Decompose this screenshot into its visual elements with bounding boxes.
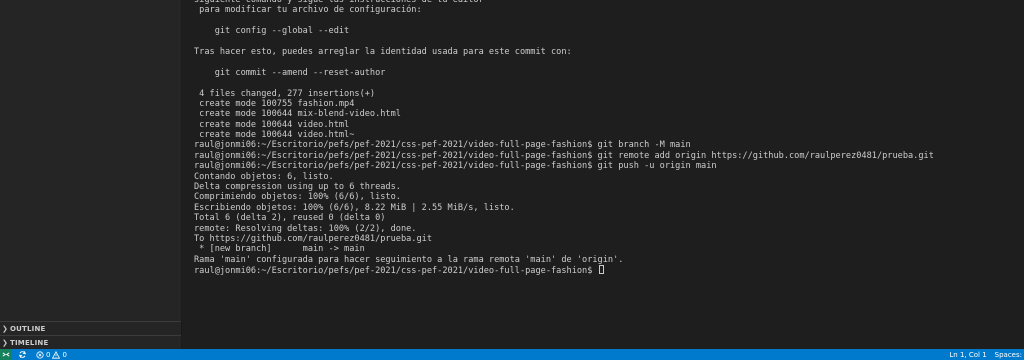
timeline-section-header[interactable]: ❯ TIMELINE bbox=[0, 335, 181, 349]
warning-icon bbox=[52, 350, 61, 359]
cursor-position[interactable]: Ln 1, Col 1 bbox=[944, 349, 991, 360]
terminal-panel[interactable]: siguiente comando y sigue las instruccio… bbox=[182, 0, 1024, 349]
terminal-line: raul@jonmi06:~/Escritorio/pefs/pef-2021/… bbox=[194, 161, 717, 172]
terminal-prompt: raul@jonmi06:~/Escritorio/pefs/pef-2021/… bbox=[194, 266, 598, 277]
terminal-line: git config --global --edit bbox=[194, 26, 350, 37]
terminal-line: Escribiendo objetos: 100% (6/6), 8.22 Mi… bbox=[194, 202, 515, 213]
terminal-line: create mode 100644 mix-blend-video.html bbox=[194, 109, 401, 120]
chevron-right-icon: ❯ bbox=[1, 324, 9, 333]
terminal-line: raul@jonmi06:~/Escritorio/pefs/pef-2021/… bbox=[194, 150, 934, 161]
remote-icon bbox=[2, 352, 10, 357]
terminal-prompt-line: raul@jonmi06:~/Escritorio/pefs/pef-2021/… bbox=[194, 265, 934, 277]
terminal-line: To https://github.com/raulperez0481/prue… bbox=[194, 233, 432, 244]
terminal-line: Comprimiendo objetos: 100% (6/6), listo. bbox=[194, 192, 401, 203]
sidebar: ❯ OUTLINE ❯ TIMELINE bbox=[0, 0, 182, 349]
terminal-line: Total 6 (delta 2), reused 0 (delta 0) bbox=[194, 213, 386, 224]
sync-icon bbox=[18, 351, 27, 358]
remote-indicator[interactable] bbox=[0, 349, 12, 360]
timeline-label: TIMELINE bbox=[10, 338, 49, 347]
terminal-line: create mode 100644 video.html bbox=[194, 119, 350, 130]
chevron-right-icon: ❯ bbox=[1, 338, 9, 347]
warning-count: 0 bbox=[62, 350, 67, 359]
indentation[interactable]: Spaces: bbox=[992, 349, 1024, 360]
terminal-line: Rama 'main' configurada para hacer segui… bbox=[194, 254, 624, 265]
status-bar: 0 0 Ln 1, Col 1 Spaces: bbox=[0, 349, 1024, 360]
terminal-line: git commit --amend --reset-author bbox=[194, 67, 386, 78]
terminal-cursor bbox=[598, 265, 604, 275]
terminal-line: Tras hacer esto, puedes arreglar la iden… bbox=[194, 46, 572, 57]
terminal-line: remote: Resolving deltas: 100% (2/2), do… bbox=[194, 223, 417, 234]
terminal-line: * [new branch] main -> main bbox=[194, 244, 365, 255]
terminal-output: siguiente comando y sigue las instruccio… bbox=[194, 0, 934, 276]
error-count: 0 bbox=[46, 350, 51, 359]
terminal-line: Contando objetos: 6, listo. bbox=[194, 171, 334, 182]
terminal-line: Delta compression using up to 6 threads. bbox=[194, 182, 401, 193]
terminal-line: raul@jonmi06:~/Escritorio/pefs/pef-2021/… bbox=[194, 140, 691, 151]
terminal-line: create mode 100644 video.html~ bbox=[194, 130, 355, 141]
terminal-line: 4 files changed, 277 insertions(+) bbox=[194, 88, 376, 99]
terminal-line: para modificar tu archivo de configuraci… bbox=[194, 5, 422, 16]
sync-button[interactable] bbox=[12, 349, 33, 360]
problems-indicator[interactable]: 0 0 bbox=[33, 349, 70, 360]
error-icon bbox=[36, 350, 44, 359]
terminal-line: create mode 100755 fashion.mp4 bbox=[194, 98, 355, 109]
outline-label: OUTLINE bbox=[10, 324, 46, 333]
outline-section-header[interactable]: ❯ OUTLINE bbox=[0, 321, 181, 335]
